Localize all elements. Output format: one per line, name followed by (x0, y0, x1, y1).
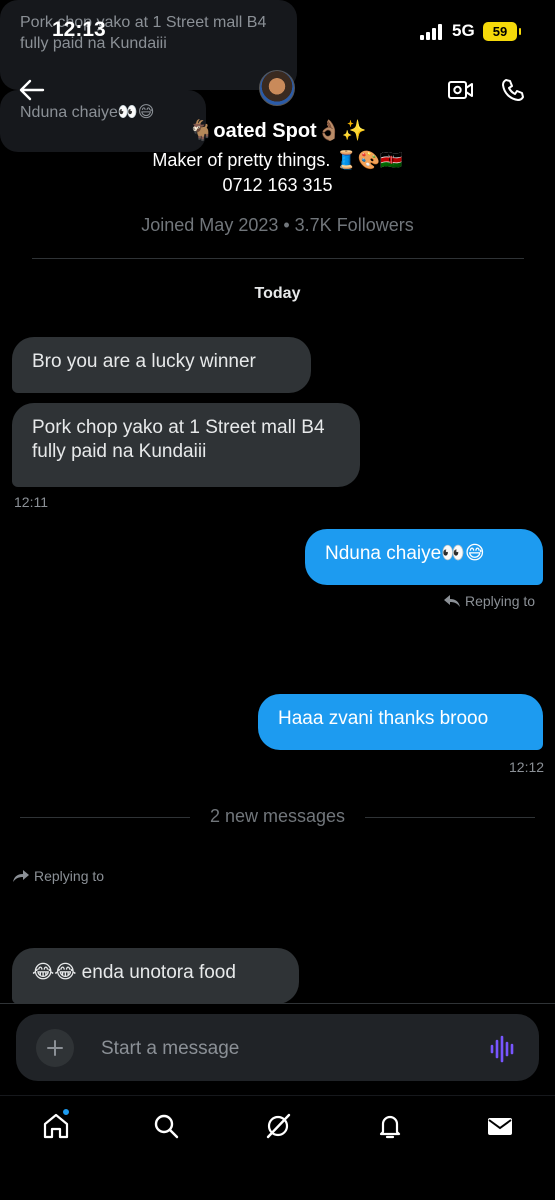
replying-to-text: Replying to (465, 593, 536, 609)
tab-grok[interactable] (258, 1106, 298, 1146)
profile-phone: 0712 163 315 (222, 175, 333, 195)
tab-messages[interactable] (480, 1106, 520, 1146)
replying-to-label: Replying to (12, 868, 104, 884)
back-button[interactable] (14, 72, 50, 108)
battery-icon: 59 (483, 22, 521, 41)
reply-icon (13, 870, 29, 882)
grok-icon (266, 1113, 291, 1139)
notification-dot (62, 1108, 70, 1116)
envelope-icon (488, 1118, 512, 1135)
arrow-left-icon (19, 79, 45, 101)
replying-to-label: Replying to (443, 593, 535, 609)
tab-home[interactable] (36, 1106, 76, 1146)
message-incoming[interactable]: Pork chop yako at 1 Street mall B4 fully… (12, 403, 360, 487)
add-attachment-button[interactable] (36, 1029, 74, 1067)
phone-icon (502, 79, 524, 101)
tab-notifications[interactable] (370, 1106, 410, 1146)
replying-to-text: Replying to (34, 868, 105, 884)
message-timestamp: 12:12 (509, 759, 545, 775)
profile-bio: Maker of pretty things. 🧵🎨🇰🇪 (152, 150, 403, 170)
message-outgoing[interactable]: Haaa zvani thanks brooo (258, 694, 543, 750)
voice-call-button[interactable] (495, 72, 531, 108)
status-time: 12:13 (52, 18, 106, 41)
day-label: Today (254, 285, 301, 302)
plus-icon (47, 1040, 63, 1056)
bell-icon (379, 1115, 401, 1139)
message-incoming[interactable]: Bro you are a lucky winner (12, 337, 311, 393)
message-outgoing[interactable]: Nduna chaiye👀😅 (305, 529, 543, 585)
avatar[interactable] (259, 70, 295, 106)
tab-search[interactable] (146, 1106, 186, 1146)
profile-meta: Joined May 2023 • 3.7K Followers (141, 215, 414, 235)
video-call-button[interactable] (443, 72, 479, 108)
status-bar: 12:13 5G 59 (0, 0, 555, 62)
signal-icon (420, 24, 444, 40)
voice-waveform-icon (490, 1035, 514, 1063)
message-input[interactable] (101, 1034, 471, 1064)
divider (32, 258, 524, 259)
message-incoming[interactable]: 😂😂 enda unotora food (12, 948, 299, 1004)
network-type: 5G (452, 21, 475, 40)
video-camera-icon (448, 81, 473, 99)
voice-message-button[interactable] (486, 1032, 520, 1066)
profile-name[interactable]: 🐐oated Spot👌🏽✨ (0, 118, 555, 143)
new-messages-label: 2 new messages (209, 806, 346, 826)
reply-icon (444, 595, 460, 607)
search-icon (154, 1114, 179, 1139)
message-timestamp: 12:11 (14, 494, 48, 510)
